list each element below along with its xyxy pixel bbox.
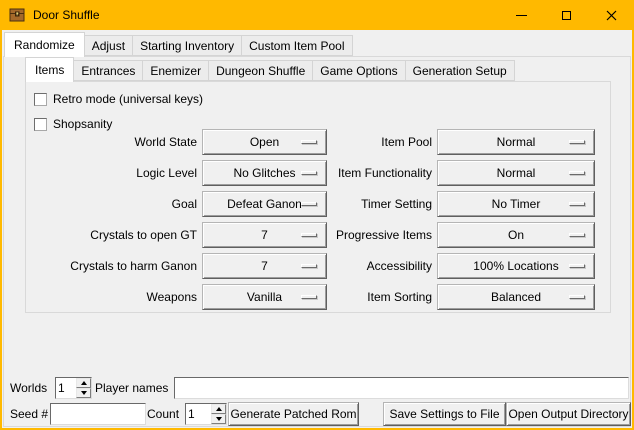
- weapons-label: Weapons: [28, 284, 197, 310]
- generate-patched-rom-button[interactable]: Generate Patched Rom: [228, 402, 359, 426]
- inner-tab-bar: Items Entrances Enemizer Dungeon Shuffle…: [25, 57, 515, 82]
- dropdown-indicator-icon: [569, 202, 585, 206]
- worlds-spin-buttons: [76, 378, 91, 398]
- item-pool-label: Item Pool: [326, 129, 432, 155]
- dropdown-indicator-icon: [301, 140, 317, 144]
- item-sorting-dropdown[interactable]: Balanced: [437, 284, 595, 310]
- timer-setting-dropdown[interactable]: No Timer: [437, 191, 595, 217]
- count-spin-down-button[interactable]: [211, 414, 226, 424]
- goal-dropdown[interactable]: Defeat Ganon: [202, 191, 327, 217]
- close-icon: [606, 10, 617, 21]
- count-input[interactable]: [186, 404, 211, 424]
- worlds-spinbox: [55, 377, 92, 399]
- player-names-label: Player names: [95, 377, 168, 399]
- dropdown-indicator-icon: [569, 233, 585, 237]
- crystals-open-gt-label: Crystals to open GT: [28, 222, 197, 248]
- arrow-up-icon: [81, 381, 87, 385]
- worlds-input[interactable]: [56, 378, 76, 398]
- tab-randomize[interactable]: Randomize: [4, 32, 85, 57]
- worlds-spin-up-button[interactable]: [76, 378, 91, 388]
- maximize-icon: [562, 11, 571, 20]
- progressive-items-dropdown[interactable]: On: [437, 222, 595, 248]
- crystals-harm-ganon-dropdown[interactable]: 7: [202, 253, 327, 279]
- item-functionality-label: Item Functionality: [326, 160, 432, 186]
- dropdown-indicator-icon: [569, 171, 585, 175]
- items-page: Retro mode (universal keys) Shopsanity W…: [25, 81, 611, 313]
- accessibility-label: Accessibility: [326, 253, 432, 279]
- window-controls: [499, 0, 634, 30]
- item-functionality-dropdown[interactable]: Normal: [437, 160, 595, 186]
- titlebar[interactable]: Door Shuffle: [0, 0, 634, 30]
- progressive-items-label: Progressive Items: [326, 222, 432, 248]
- treasure-chest-icon: [9, 7, 25, 23]
- dropdown-indicator-icon: [301, 295, 317, 299]
- dropdown-indicator-icon: [569, 264, 585, 268]
- dropdown-indicator-icon: [301, 264, 317, 268]
- goal-label: Goal: [28, 191, 197, 217]
- crystals-harm-ganon-label: Crystals to harm Ganon: [28, 253, 197, 279]
- tab-dungeon-shuffle[interactable]: Dungeon Shuffle: [208, 60, 313, 81]
- dropdown-indicator-icon: [569, 295, 585, 299]
- count-spin-up-button[interactable]: [211, 404, 226, 414]
- maximize-button[interactable]: [544, 0, 589, 30]
- randomize-page: Items Entrances Enemizer Dungeon Shuffle…: [3, 56, 631, 427]
- logic-level-label: Logic Level: [28, 160, 197, 186]
- world-state-label: World State: [28, 129, 197, 155]
- arrow-down-icon: [81, 391, 87, 395]
- logic-level-dropdown[interactable]: No Glitches: [202, 160, 327, 186]
- dropdown-indicator-icon: [301, 233, 317, 237]
- crystals-open-gt-dropdown[interactable]: 7: [202, 222, 327, 248]
- count-spin-buttons: [211, 404, 226, 424]
- worlds-label: Worlds: [10, 377, 47, 399]
- seed-input[interactable]: [50, 403, 146, 425]
- tab-starting-inventory[interactable]: Starting Inventory: [132, 35, 242, 56]
- weapons-dropdown[interactable]: Vanilla: [202, 284, 327, 310]
- seed-label: Seed #: [10, 403, 48, 425]
- tab-enemizer[interactable]: Enemizer: [142, 60, 209, 81]
- retro-mode-checkbox[interactable]: [34, 93, 47, 106]
- dropdown-indicator-icon: [569, 140, 585, 144]
- window-title: Door Shuffle: [33, 8, 100, 22]
- count-label: Count: [147, 403, 179, 425]
- item-sorting-label: Item Sorting: [326, 284, 432, 310]
- player-names-input[interactable]: [174, 377, 629, 399]
- open-output-directory-button[interactable]: Open Output Directory: [506, 402, 631, 426]
- count-spinbox: [185, 403, 227, 425]
- tab-game-options[interactable]: Game Options: [312, 60, 405, 81]
- outer-tab-bar: Randomize Adjust Starting Inventory Cust…: [4, 32, 353, 57]
- world-state-dropdown[interactable]: Open: [202, 129, 327, 155]
- retro-mode-label: Retro mode (universal keys): [53, 92, 203, 106]
- close-button[interactable]: [589, 0, 634, 30]
- timer-setting-label: Timer Setting: [326, 191, 432, 217]
- arrow-up-icon: [216, 407, 222, 411]
- tab-custom-item-pool[interactable]: Custom Item Pool: [241, 35, 352, 56]
- retro-mode-checkbox-row: Retro mode (universal keys): [34, 91, 203, 107]
- worlds-spin-down-button[interactable]: [76, 388, 91, 398]
- tab-generation-setup[interactable]: Generation Setup: [405, 60, 515, 81]
- window-body: Randomize Adjust Starting Inventory Cust…: [2, 30, 632, 428]
- accessibility-dropdown[interactable]: 100% Locations: [437, 253, 595, 279]
- tab-items[interactable]: Items: [25, 57, 74, 82]
- item-pool-dropdown[interactable]: Normal: [437, 129, 595, 155]
- tab-entrances[interactable]: Entrances: [73, 60, 143, 81]
- arrow-down-icon: [216, 417, 222, 421]
- tab-adjust[interactable]: Adjust: [84, 35, 133, 56]
- dropdown-indicator-icon: [301, 202, 317, 206]
- minimize-button[interactable]: [499, 0, 544, 30]
- save-settings-button[interactable]: Save Settings to File: [383, 402, 506, 426]
- dropdown-indicator-icon: [301, 171, 317, 175]
- minimize-icon: [516, 15, 527, 16]
- door-shuffle-window: { "window": { "title": "Door Shuffle", "…: [0, 0, 634, 430]
